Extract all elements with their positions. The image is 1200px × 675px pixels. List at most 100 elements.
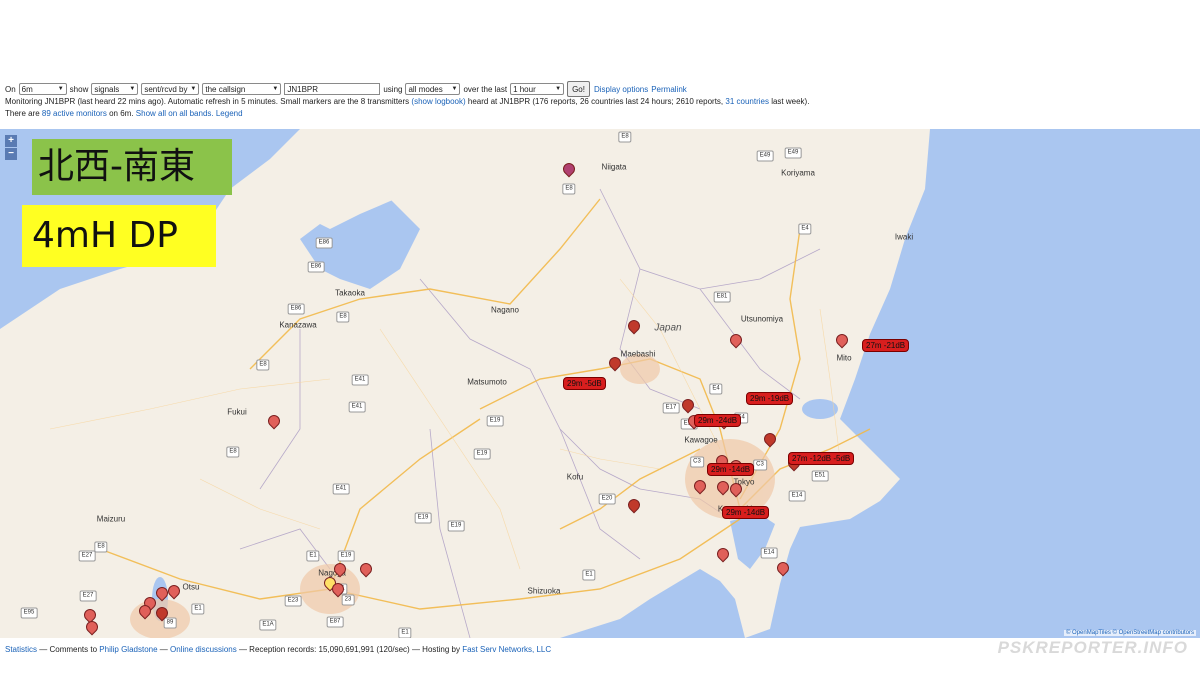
road-shield: E8 xyxy=(256,359,270,371)
road-shield: E19 xyxy=(447,520,465,532)
road-shield: E1 xyxy=(582,569,596,581)
road-shield: E86 xyxy=(315,237,333,249)
road-shield: E1 xyxy=(306,550,320,562)
road-shield: E49 xyxy=(784,147,802,159)
place-label: Japan xyxy=(654,322,682,334)
place-label: Kofu xyxy=(566,472,584,482)
road-shield: E8 xyxy=(336,311,350,323)
road-shield: E19 xyxy=(473,448,491,460)
mode-select[interactable]: all modes ▼ xyxy=(405,83,461,95)
road-shield: C3 xyxy=(753,459,767,471)
show-all-bands-link[interactable]: Show all on all bands. xyxy=(136,109,214,118)
road-shield: E81 xyxy=(713,291,731,303)
signal-report-callout[interactable]: 29m -5dB xyxy=(563,377,606,390)
road-shield: E4 xyxy=(798,223,812,235)
road-shield: E49 xyxy=(756,150,774,162)
callsign-input[interactable]: JN1BPR xyxy=(284,83,381,95)
comments-text: — Comments to xyxy=(39,645,98,654)
signal-report-callout[interactable]: 27m -12dB -5dB xyxy=(788,452,855,465)
place-label: Utsunomiya xyxy=(740,314,784,324)
place-label: Mito xyxy=(836,353,852,363)
road-shield: E41 xyxy=(332,483,350,495)
map-view[interactable]: Niigata Koriyama Iwaki Takaoka Kanazawa Nagan… xyxy=(0,129,1200,638)
antenna-caption: 4mH DP xyxy=(22,205,216,267)
road-shield: E1A xyxy=(259,619,277,631)
place-label: Koriyama xyxy=(781,168,815,178)
place-label: Maizuru xyxy=(96,514,126,524)
road-shield: E23 xyxy=(284,595,302,607)
status-text-a: Monitoring JN1BPR (last heard 22 mins ag… xyxy=(5,97,410,106)
road-shield: E1 xyxy=(398,627,412,638)
place-label: Nagano xyxy=(490,305,520,315)
place-label: Fukui xyxy=(227,407,247,417)
road-shield: E8 xyxy=(562,183,576,195)
logbook-link[interactable]: (show logbook) xyxy=(411,97,465,106)
place-label: Takaoka xyxy=(335,288,365,298)
site-brand: PSKREPORTER.INFO xyxy=(997,638,1188,657)
road-shield: E19 xyxy=(486,415,504,427)
road-shield: 23 xyxy=(341,594,355,606)
signal-report-callout[interactable]: 27m -21dB xyxy=(862,339,910,352)
go-button[interactable]: Go! xyxy=(567,81,590,97)
controls-bar: On 6m ▼ show signals ▼ sent/rcvd by ▼ the c… xyxy=(5,81,1195,120)
monitors-text-b: on 6m. xyxy=(109,109,134,118)
osm-link[interactable]: © OpenStreetMap contributors xyxy=(1113,630,1194,636)
countries-link[interactable]: 31 countries xyxy=(725,97,769,106)
author-link[interactable]: Philip Gladstone xyxy=(99,645,157,654)
over-label: over the last xyxy=(463,84,508,94)
road-shield: E8 xyxy=(226,446,240,458)
signal-report-callout[interactable]: 29m -19dB xyxy=(746,392,794,405)
road-shield: E41 xyxy=(348,401,366,413)
discussions-link[interactable]: Online discussions xyxy=(170,645,237,654)
target-select[interactable]: the callsign ▼ xyxy=(202,83,282,95)
place-label: Iwaki xyxy=(894,232,914,242)
road-shield: E8 xyxy=(618,131,632,143)
status-text-c: last week). xyxy=(771,97,810,106)
road-shield: E19 xyxy=(414,512,432,524)
direction-select[interactable]: sent/rcvd by ▼ xyxy=(141,83,200,95)
band-select[interactable]: 6m ▼ xyxy=(18,83,67,95)
zoom-control: + − xyxy=(5,135,17,161)
road-shield: C3 xyxy=(690,456,704,468)
active-monitors-link[interactable]: 89 active monitors xyxy=(42,109,107,118)
place-label: Maebashi xyxy=(620,349,656,359)
road-shield: E95 xyxy=(20,607,38,619)
hosting-link[interactable]: Fast Serv Networks, LLC xyxy=(462,645,551,654)
openmaptiles-link[interactable]: © OpenMapTiles xyxy=(1066,630,1111,636)
status-text-b: heard at JN1BPR (176 reports, 26 countri… xyxy=(467,97,724,106)
records-text: — Reception records: 15,090,691,991 (120… xyxy=(238,645,460,654)
place-label: Kanazawa xyxy=(279,320,317,330)
show-label: show xyxy=(69,84,89,94)
on-label: On xyxy=(5,84,16,94)
road-shield: E20 xyxy=(598,493,616,505)
footer: Statistics — Comments to Philip Gladston… xyxy=(5,645,551,654)
road-shield: E27 xyxy=(79,590,97,602)
permalink-link[interactable]: Permalink xyxy=(651,85,687,94)
signal-report-callout[interactable]: 29m -24dB xyxy=(694,414,742,427)
zoom-in-button[interactable]: + xyxy=(5,135,17,147)
statistics-link[interactable]: Statistics xyxy=(5,645,37,654)
monitoring-status: Monitoring JN1BPR (last heard 22 mins ag… xyxy=(5,96,1195,108)
monitors-text-a: There are xyxy=(5,109,40,118)
place-label: Kawagoe xyxy=(684,435,718,445)
road-shield: E8 xyxy=(94,541,108,553)
signal-report-callout[interactable]: 29m -14dB xyxy=(722,506,770,519)
period-select[interactable]: 1 hour ▼ xyxy=(510,83,565,95)
road-shield: E17 xyxy=(662,402,680,414)
legend-link[interactable]: Legend xyxy=(216,109,243,118)
monitors-status: There are 89 active monitors on 6m. Show… xyxy=(5,108,1195,120)
road-shield: E86 xyxy=(287,303,305,315)
place-label: Shizuoka xyxy=(527,586,561,596)
signal-report-callout[interactable]: 29m -14dB xyxy=(707,463,755,476)
road-shield: E1 xyxy=(191,603,205,615)
road-shield: E51 xyxy=(811,470,829,482)
footer-separator: — xyxy=(159,645,168,654)
zoom-out-button[interactable]: − xyxy=(5,148,17,160)
road-shield: E4 xyxy=(709,383,723,395)
place-label: Matsumoto xyxy=(467,377,507,387)
place-label: Niigata xyxy=(601,162,627,172)
show-select[interactable]: signals ▼ xyxy=(91,83,139,95)
display-options-link[interactable]: Display options xyxy=(594,85,648,94)
road-shield: E14 xyxy=(760,547,778,559)
map-attribution: © OpenMapTiles © OpenStreetMap contribut… xyxy=(1063,630,1196,636)
